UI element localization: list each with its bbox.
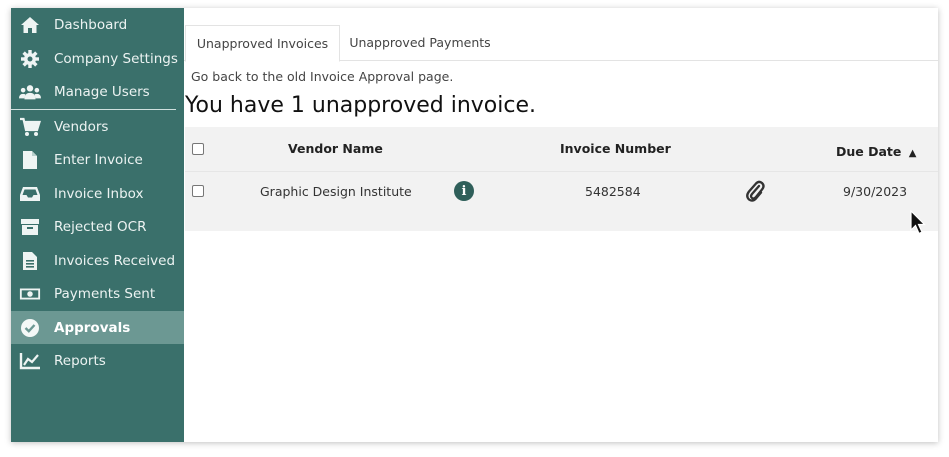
sidebar-item-reports[interactable]: Reports [11,344,184,377]
sidebar-item-label: Payments Sent [54,285,156,302]
users-icon [19,81,41,103]
column-header-label: Due Date [836,144,902,159]
sidebar-item-label: Reports [54,352,106,369]
sidebar-item-label: Dashboard [54,16,128,33]
mouse-cursor-icon [910,209,926,240]
sidebar-item-invoice-inbox[interactable]: Invoice Inbox [11,177,184,210]
column-header-invoice-number[interactable]: Invoice Number [560,141,671,156]
sidebar-item-label: Invoice Inbox [54,185,144,202]
old-approval-page-link[interactable]: Go back to the old Invoice Approval page… [191,69,453,84]
column-header-due-date[interactable]: Due Date ▲ [836,144,916,159]
home-icon [19,14,41,36]
sidebar-item-label: Invoices Received [54,252,176,269]
inbox-icon [19,183,41,205]
tab-unapproved-invoices[interactable]: Unapproved Invoices [185,25,340,62]
sidebar-item-label: Company Settings [54,50,178,67]
sort-ascending-icon: ▲ [908,148,917,159]
sidebar-item-dashboard[interactable]: Dashboard [11,8,184,41]
sidebar-item-payments-sent[interactable]: Payments Sent [11,277,184,310]
page-title: You have 1 unapproved invoice. [185,93,536,118]
sidebar-item-label: Approvals [54,319,131,336]
sidebar-item-label: Enter Invoice [54,151,143,168]
sidebar-item-approvals[interactable]: Approvals [11,311,184,344]
sidebar: Dashboard Company Settings Manage Users … [11,8,184,442]
sidebar-item-rejected-ocr[interactable]: Rejected OCR [11,210,184,243]
tab-bar: Unapproved Invoices Unapproved Payments [184,25,938,62]
column-header-vendor[interactable]: Vendor Name [288,141,383,156]
sidebar-item-vendors[interactable]: Vendors [11,110,184,143]
table-header: Vendor Name Invoice Number Due Date ▲ [185,127,938,172]
info-icon[interactable]: i [454,181,474,201]
table-row[interactable]: Graphic Design Institute 5482584 9/30/20… [185,172,938,231]
invoice-number-cell: 5482584 [585,184,641,199]
sidebar-item-label: Vendors [54,118,109,135]
money-icon [19,283,41,305]
document-icon [19,250,41,272]
vendor-name-cell: Graphic Design Institute [260,184,412,199]
sidebar-item-enter-invoice[interactable]: Enter Invoice [11,143,184,176]
invoice-table: Vendor Name Invoice Number Due Date ▲ Gr… [185,127,938,231]
row-checkbox[interactable] [192,185,204,197]
sidebar-item-label: Rejected OCR [54,218,147,235]
gear-icon [19,48,41,70]
sidebar-item-invoices-received[interactable]: Invoices Received [11,244,184,277]
archive-icon [19,216,41,238]
app-window: Dashboard Company Settings Manage Users … [11,8,938,442]
tab-unapproved-payments[interactable]: Unapproved Payments [340,25,500,60]
due-date-cell: 9/30/2023 [843,184,908,199]
main-content: Unapproved Invoices Unapproved Payments … [184,8,938,442]
check-circle-icon [19,317,41,339]
sidebar-item-label: Manage Users [54,83,150,100]
cart-icon [19,116,41,138]
paperclip-icon[interactable] [745,180,765,206]
sidebar-item-company-settings[interactable]: Company Settings [11,42,184,75]
sidebar-item-manage-users[interactable]: Manage Users [11,75,184,108]
file-icon [19,149,41,171]
select-all-checkbox[interactable] [192,143,204,155]
chart-icon [19,350,41,372]
